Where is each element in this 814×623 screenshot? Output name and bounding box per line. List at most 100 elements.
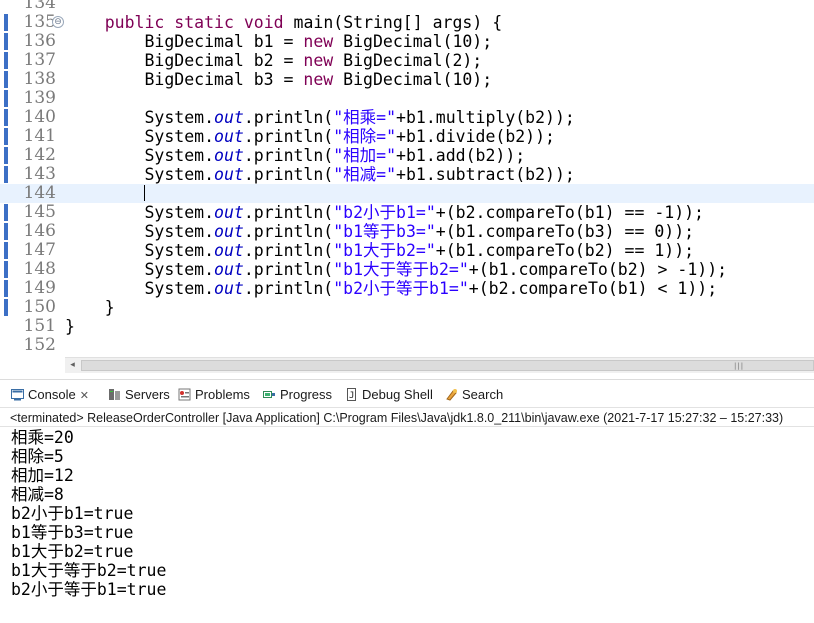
code-token: +(b1.compareTo(b2) == 1)); [435,241,695,260]
console-output-line: 相除=5 [11,447,64,466]
code-text[interactable]: BigDecimal b2 = new BigDecimal(2); [65,51,482,70]
code-token: } [65,317,75,336]
console-output-line: 相减=8 [11,485,64,504]
code-line[interactable]: 144 [0,184,814,203]
code-line[interactable]: 146 System.out.println("b1等于b3="+(b1.com… [0,221,814,242]
code-token: "b2小于等于b1=" [333,279,469,298]
editor-horizontal-scrollbar[interactable]: ◂ ||| [65,357,814,373]
line-number: 138 [23,69,56,89]
tab-servers[interactable]: Servers [108,380,170,408]
code-token: System. [65,241,215,260]
code-line[interactable]: 152 [0,336,814,355]
tab-debug-shell[interactable]: J Debug Shell [345,380,433,408]
code-line[interactable]: 136 BigDecimal b1 = new BigDecimal(10); [0,32,814,52]
code-token: "相乘=" [333,108,397,127]
code-text[interactable]: System.out.println("相乘="+b1.multiply(b2)… [65,108,575,127]
tab-search[interactable]: Search [445,380,503,408]
line-number: 146 [23,221,56,241]
code-line[interactable]: 137 BigDecimal b2 = new BigDecimal(2); [0,50,814,71]
code-line[interactable]: 140 System.out.println("相乘="+b1.multiply… [0,108,814,128]
close-icon[interactable]: ✕ [80,390,89,402]
line-number: 148 [23,259,56,279]
search-icon [446,389,457,401]
code-token: System. [65,203,215,222]
code-text[interactable]: System.out.println("b2小于b1="+(b2.compare… [65,203,704,222]
tab-console-label: Console [28,387,76,402]
console-process-header: <terminated> ReleaseOrderController [Jav… [0,407,814,427]
code-line[interactable]: 139 [0,89,814,108]
code-token: .println( [243,222,334,241]
code-token: "相加=" [333,146,397,165]
code-text[interactable]: System.out.println("b1大于b2="+(b1.compare… [65,241,694,260]
code-token: BigDecimal(2); [333,51,483,70]
line-number: 143 [23,164,56,184]
debug-shell-icon: J [347,388,356,401]
code-line[interactable]: 149 System.out.println("b2小于等于b1="+(b2.c… [0,279,814,299]
code-line[interactable]: 148 System.out.println("b1大于等于b2="+(b1.c… [0,259,814,280]
code-text[interactable]: System.out.println("b1大于等于b2="+(b1.compa… [65,260,727,279]
tab-progress[interactable]: Progress [263,380,332,408]
line-number: 150 [23,297,56,317]
code-token: static [174,13,234,32]
code-token: System. [65,108,215,127]
code-token: main(String[] args) { [283,13,503,32]
line-number: 142 [23,145,56,165]
scrollbar-thumb[interactable]: ||| [81,360,814,371]
line-number: 141 [23,126,56,146]
code-text[interactable]: System.out.println("相除="+b1.divide(b2)); [65,127,555,146]
code-line[interactable]: 151} [0,317,814,337]
code-token: .println( [243,279,334,298]
code-text[interactable]: BigDecimal b1 = new BigDecimal(10); [65,32,492,51]
console-output-line: 相加=12 [11,466,74,485]
code-text[interactable]: System.out.println("相加="+b1.add(b2)); [65,146,525,165]
tab-problems[interactable]: Problems [178,380,250,408]
servers-icon [109,389,120,400]
view-tab-bar: Console ✕ Servers Problems Progress J Deb… [0,379,814,408]
line-number: 139 [23,88,56,108]
line-number: 137 [23,50,56,70]
tab-console[interactable]: Console ✕ [11,380,89,408]
code-line[interactable]: 138 BigDecimal b3 = new BigDecimal(10); [0,69,814,90]
code-line[interactable]: 147 System.out.println("b1大于b2="+(b1.com… [0,241,814,261]
code-line[interactable]: 143 System.out.println("相减="+b1.subtract… [0,164,814,185]
code-text[interactable]: BigDecimal b3 = new BigDecimal(10); [65,70,492,89]
code-text[interactable]: public static void main(String[] args) { [65,13,502,32]
code-line[interactable]: 145 System.out.println("b2小于b1="+(b2.com… [0,202,814,223]
code-token: .println( [243,108,334,127]
code-token: System. [65,222,215,241]
code-token: BigDecimal(10); [333,32,493,51]
code-token: .println( [243,241,334,260]
code-editor[interactable]: 134 135 ⊖ public static void main(String[]… [0,0,814,357]
code-token: BigDecimal b1 = [65,32,304,51]
code-text[interactable]: } [65,298,115,317]
code-token: +b1.add(b2)); [396,146,526,165]
code-token: +b1.divide(b2)); [396,127,555,146]
console-output-line: b2小于等于b1=true [11,580,167,599]
fold-collapse-icon[interactable]: ⊖ [52,16,64,28]
code-line[interactable]: 142 System.out.println("相加="+b1.add(b2))… [0,145,814,166]
console-output-line: b1大于等于b2=true [11,561,167,580]
code-token: BigDecimal b3 = [65,70,304,89]
code-line[interactable]: 141 System.out.println("相除="+b1.divide(b… [0,126,814,147]
code-line[interactable]: 150 } [0,297,814,318]
code-token: BigDecimal(10); [333,70,493,89]
code-text[interactable]: System.out.println("b1等于b3="+(b1.compare… [65,222,694,241]
scroll-left-icon[interactable]: ◂ [65,358,80,373]
code-token: +b1.multiply(b2)); [396,108,575,127]
line-number: 135 [23,12,56,32]
code-line[interactable]: 135 ⊖ public static void main(String[] ar… [0,12,814,33]
code-text[interactable]: } [65,317,75,336]
console-output[interactable]: 相乘=20 相除=5 相加=12 相减=8 b2小于b1=true b1等于b3=true… [0,428,814,623]
code-text[interactable]: System.out.println("相减="+b1.subtract(b2)… [65,165,574,184]
code-token: void [243,13,284,32]
code-line[interactable]: 134 [0,0,814,13]
problems-icon [178,388,191,401]
code-text[interactable] [65,184,146,203]
code-token: } [65,298,115,317]
code-token: "b1大于等于b2=" [333,260,469,279]
code-token: .println( [243,165,334,184]
line-number: 145 [23,202,56,222]
code-text[interactable]: System.out.println("b2小于等于b1="+(b2.compa… [65,279,717,298]
code-token: System. [65,279,215,298]
